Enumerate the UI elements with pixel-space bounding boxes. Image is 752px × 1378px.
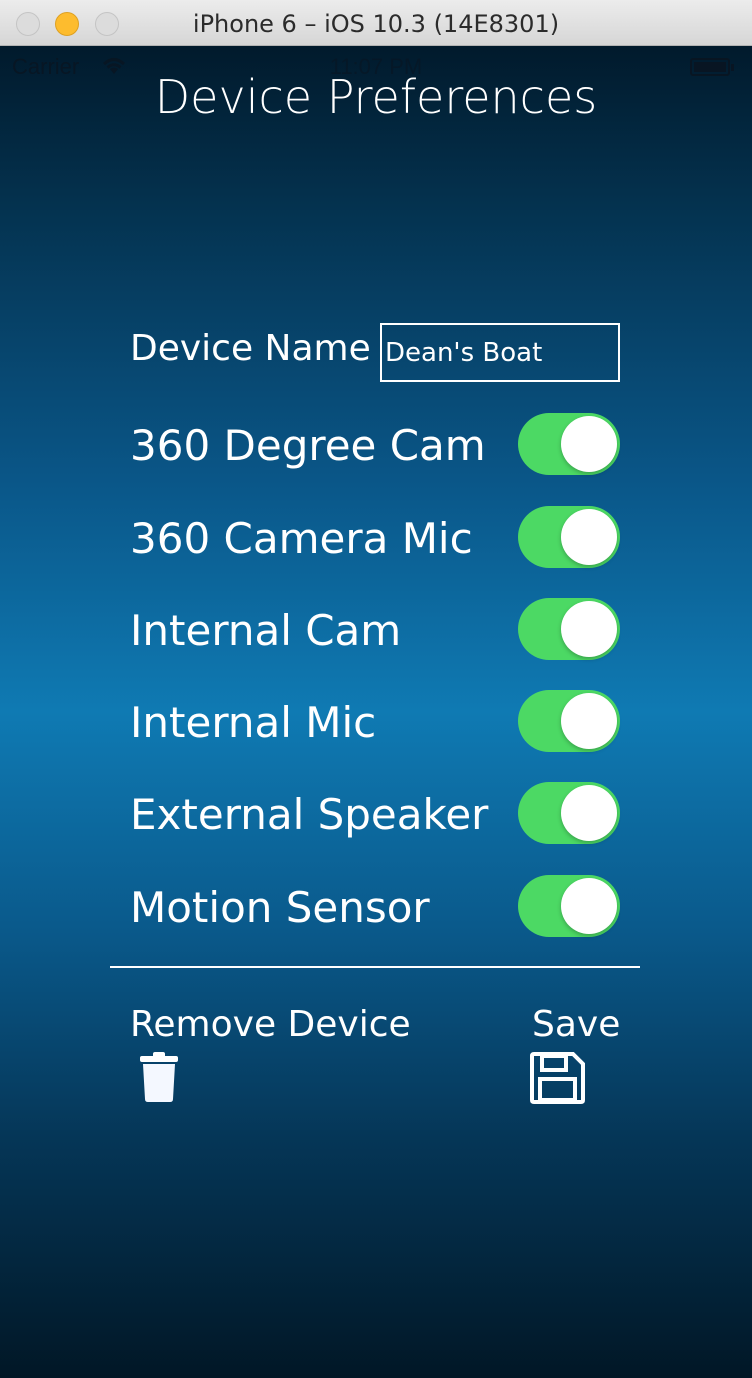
floppy-disk-icon[interactable] [530, 1052, 585, 1104]
toggle-internal-mic[interactable] [518, 690, 620, 752]
toggle-knob [561, 693, 617, 749]
window-title: iPhone 6 – iOS 10.3 (14E8301) [192, 10, 560, 38]
pref-label: 360 Camera Mic [130, 514, 473, 563]
toggle-knob [561, 878, 617, 934]
pref-row-internal-cam: Internal Cam [130, 598, 620, 660]
divider [110, 966, 640, 968]
toggle-360-camera-mic[interactable] [518, 506, 620, 568]
toggle-360-degree-cam[interactable] [518, 413, 620, 475]
device-name-label: Device Name [130, 328, 371, 369]
pref-row-360-camera-mic: 360 Camera Mic [130, 506, 620, 568]
toggle-knob [561, 785, 617, 841]
pref-label: Internal Cam [130, 606, 402, 655]
pref-label: 360 Degree Cam [130, 421, 486, 470]
device-name-input[interactable] [380, 323, 620, 382]
save-button[interactable]: Save [532, 1004, 620, 1045]
pref-label: Internal Mic [130, 698, 377, 747]
pref-label: External Speaker [130, 790, 489, 839]
pref-label: Motion Sensor [130, 883, 430, 932]
page-title: Device Preferences [154, 70, 598, 124]
device-screen: Carrier 11:07 PM Device Preferences Devi… [0, 46, 752, 1378]
pref-row-external-speaker: External Speaker [130, 782, 620, 844]
remove-device-button[interactable]: Remove Device [130, 1004, 411, 1045]
toggle-internal-cam[interactable] [518, 598, 620, 660]
simulator-titlebar: iPhone 6 – iOS 10.3 (14E8301) [0, 0, 752, 46]
trash-icon[interactable] [140, 1052, 178, 1102]
toggle-knob [561, 509, 617, 565]
toggle-knob [561, 416, 617, 472]
pref-row-360-degree-cam: 360 Degree Cam [130, 413, 620, 475]
toggle-motion-sensor[interactable] [518, 875, 620, 937]
pref-row-motion-sensor: Motion Sensor [130, 875, 620, 937]
toggle-external-speaker[interactable] [518, 782, 620, 844]
pref-row-internal-mic: Internal Mic [130, 690, 620, 752]
toggle-knob [561, 601, 617, 657]
